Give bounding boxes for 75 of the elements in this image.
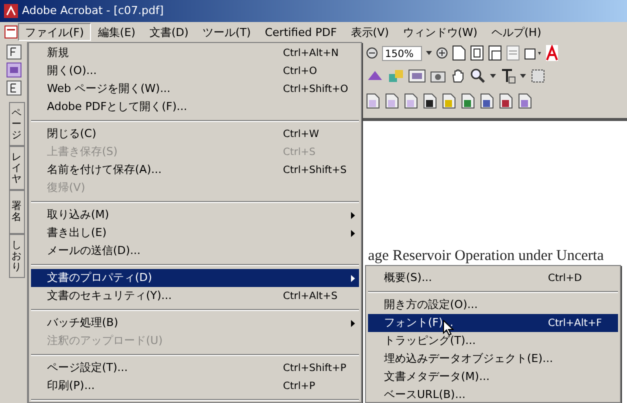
zoom-field[interactable]: 150% bbox=[382, 46, 422, 60]
shortcut-label: Ctrl+Alt+F bbox=[548, 316, 603, 330]
shortcut-label: Ctrl+Alt+N bbox=[283, 46, 340, 60]
menu-item[interactable]: 埋め込みデータオブジェクト(E)... bbox=[368, 350, 618, 368]
menu-item[interactable]: 文書のプロパティ(D) bbox=[31, 269, 359, 287]
menu-item[interactable]: 開き方の設定(O)... bbox=[368, 296, 618, 314]
navigation-tab[interactable]: ページ bbox=[8, 102, 24, 146]
shortcut-label: Ctrl+W bbox=[283, 128, 320, 142]
text-select-icon[interactable] bbox=[500, 68, 516, 84]
menu-item[interactable]: Adobe PDFとして開く(F)... bbox=[31, 98, 359, 116]
menu-item[interactable]: 書き出し(E) bbox=[31, 224, 359, 242]
menu-item[interactable]: メールの送信(D)... bbox=[31, 242, 359, 260]
document-tool-icon[interactable] bbox=[461, 93, 475, 109]
app-icon bbox=[4, 4, 18, 18]
menu-bar-item[interactable]: 文書(D) bbox=[142, 23, 196, 41]
menu-item[interactable]: Web ページを開く(W)... Ctrl+Shift+O bbox=[31, 80, 359, 98]
document-tool-icon[interactable] bbox=[518, 93, 532, 109]
navigation-tab[interactable]: レイヤ bbox=[8, 146, 24, 190]
document-tool-icon[interactable] bbox=[442, 93, 456, 109]
dropdown-caret-icon[interactable] bbox=[426, 51, 432, 55]
shortcut-label: Ctrl+O bbox=[283, 64, 318, 78]
adobe-logo-icon bbox=[546, 45, 558, 61]
menu-item[interactable]: バッチ処理(B) bbox=[31, 314, 359, 332]
tool-icon[interactable] bbox=[530, 68, 546, 84]
menu-bar-item[interactable]: ヘルプ(H) bbox=[484, 23, 548, 41]
menu-item[interactable]: 文書メタデータ(M)... bbox=[368, 368, 618, 386]
menu-bar-item[interactable]: 表示(V) bbox=[344, 23, 396, 41]
tool-icon[interactable] bbox=[6, 80, 22, 96]
menu-bar-item[interactable]: ウィンドウ(W) bbox=[396, 23, 484, 41]
dropdown-caret-icon[interactable] bbox=[490, 74, 496, 78]
menu-item[interactable]: 新規 Ctrl+Alt+N bbox=[31, 44, 359, 62]
rotate-icon[interactable] bbox=[524, 46, 542, 60]
menu-bar-item[interactable]: Certified PDF bbox=[258, 23, 344, 41]
menu-bar-item[interactable]: 編集(E) bbox=[90, 23, 142, 41]
document-tool-icon[interactable] bbox=[499, 93, 513, 109]
menu-item[interactable]: 名前を付けて保存(A)... Ctrl+Shift+S bbox=[31, 161, 359, 179]
menu-item[interactable]: トラッピング(T)... bbox=[368, 332, 618, 350]
zoom-icon[interactable] bbox=[470, 68, 486, 84]
page-icon[interactable] bbox=[452, 45, 466, 61]
navigation-tab[interactable]: 署名 bbox=[8, 190, 24, 234]
menu-item[interactable]: 文書のセキュリティ(Y)... Ctrl+Alt+S bbox=[31, 287, 359, 305]
menu-item[interactable]: 取り込み(M) bbox=[31, 206, 359, 224]
menu-item[interactable]: 開く(O)... Ctrl+O bbox=[31, 62, 359, 80]
menu-bar-item[interactable]: ファイル(F) bbox=[18, 23, 91, 41]
menu-item[interactable]: ベースURL(B)... bbox=[368, 386, 618, 403]
shortcut-label: Ctrl+D bbox=[548, 272, 583, 286]
page-icon[interactable] bbox=[488, 45, 502, 61]
shortcut-label: Ctrl+S bbox=[283, 146, 317, 160]
menu-item[interactable]: 概要(S)... Ctrl+D bbox=[368, 269, 618, 287]
document-icon[interactable] bbox=[4, 25, 18, 39]
document-text: age Reservoir Operation under Uncerta bbox=[368, 247, 605, 266]
menu-item[interactable]: 閉じる(C) Ctrl+W bbox=[31, 125, 359, 143]
camera-icon[interactable] bbox=[430, 69, 446, 83]
window-title: Adobe Acrobat - [c07.pdf] bbox=[22, 2, 164, 19]
menu-bar-item[interactable]: ツール(T) bbox=[196, 23, 258, 41]
menu-item[interactable]: ページ設定(T)... Ctrl+Shift+P bbox=[31, 359, 359, 377]
zoom-out-icon[interactable] bbox=[366, 47, 378, 59]
shortcut-label: Ctrl+Shift+P bbox=[283, 362, 348, 376]
document-tool-icon[interactable] bbox=[423, 93, 437, 109]
zoom-in-icon[interactable] bbox=[436, 47, 448, 59]
navigation-tab[interactable]: しおり bbox=[8, 234, 24, 278]
tool-icon[interactable] bbox=[408, 69, 426, 83]
shortcut-label: Ctrl+Alt+S bbox=[283, 290, 338, 304]
shortcut-label: Ctrl+P bbox=[283, 380, 316, 394]
shortcut-label: Ctrl+Shift+O bbox=[283, 82, 350, 96]
document-tool-icon[interactable] bbox=[480, 93, 494, 109]
document-tool-icon[interactable] bbox=[385, 93, 399, 109]
document-tool-icon[interactable] bbox=[404, 93, 418, 109]
document-tool-icon[interactable] bbox=[366, 93, 380, 109]
hand-icon[interactable] bbox=[450, 68, 466, 84]
shortcut-label: Ctrl+Shift+S bbox=[283, 164, 348, 178]
page-icon[interactable] bbox=[470, 45, 484, 61]
menu-item[interactable]: 印刷(P)... Ctrl+P bbox=[31, 377, 359, 395]
dropdown-caret-icon[interactable] bbox=[520, 74, 526, 78]
tool-icon[interactable] bbox=[6, 44, 22, 60]
